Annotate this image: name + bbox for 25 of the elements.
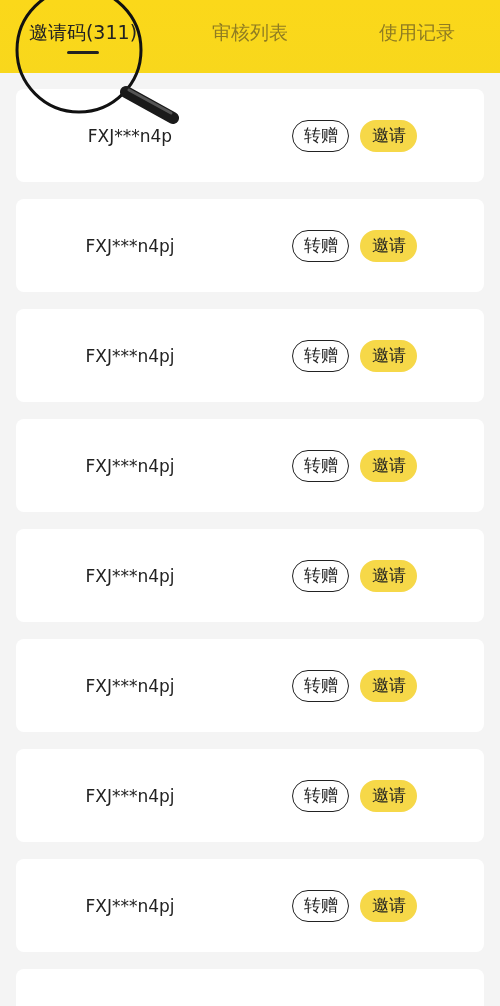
transfer-button[interactable]: 转赠	[292, 779, 349, 812]
invite-button[interactable]: 邀请	[360, 669, 417, 702]
invite-code: FXJ***n4pj	[84, 455, 176, 476]
invite-button[interactable]: 邀请	[360, 449, 417, 482]
invite-code: FXJ***n4p	[86, 125, 174, 146]
invite-button[interactable]: 邀请	[360, 559, 417, 592]
invite-code: FXJ***n4pj	[84, 895, 176, 916]
invite-code: FXJ***n4pj	[84, 565, 176, 586]
invite-button[interactable]: 邀请	[360, 339, 417, 372]
transfer-button[interactable]: 转赠	[292, 339, 349, 372]
transfer-button[interactable]: 转赠	[292, 449, 349, 482]
transfer-button[interactable]: 转赠	[292, 559, 349, 592]
transfer-button[interactable]: 转赠	[292, 229, 349, 262]
invite-code: FXJ***n4pj	[84, 785, 176, 806]
transfer-button[interactable]: 转赠	[292, 669, 349, 702]
tab[interactable]: 邀请码(311)	[0, 0, 166, 73]
invite-button[interactable]: 邀请	[360, 229, 417, 262]
invite-code: FXJ***n4pj	[84, 345, 176, 366]
invite-button[interactable]: 邀请	[360, 779, 417, 812]
invite-code: FXJ***n4pj	[84, 235, 176, 256]
transfer-button[interactable]: 转赠	[292, 119, 349, 152]
invite-button[interactable]: 邀请	[360, 119, 417, 152]
transfer-button[interactable]: 转赠	[292, 889, 349, 922]
invite-button[interactable]: 邀请	[360, 889, 417, 922]
invite-code: FXJ***n4pj	[84, 675, 176, 696]
